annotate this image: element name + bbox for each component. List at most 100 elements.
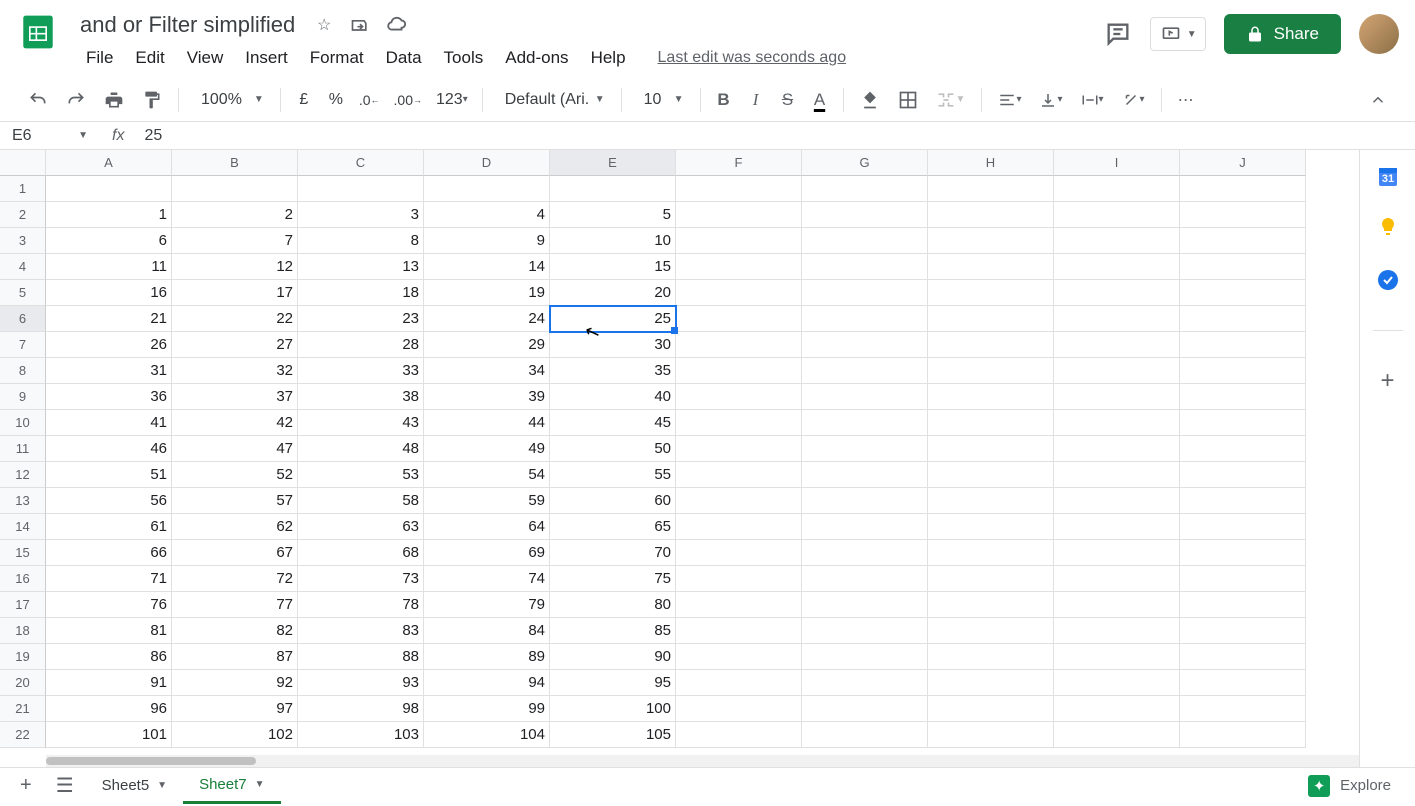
cell-J6[interactable] (1180, 306, 1306, 332)
cell-I3[interactable] (1054, 228, 1180, 254)
cell-J9[interactable] (1180, 384, 1306, 410)
cell-A11[interactable]: 46 (46, 436, 172, 462)
cell-A4[interactable]: 11 (46, 254, 172, 280)
cell-F21[interactable] (676, 696, 802, 722)
cell-J17[interactable] (1180, 592, 1306, 618)
menu-addons[interactable]: Add-ons (495, 44, 578, 72)
cell-H21[interactable] (928, 696, 1054, 722)
cell-H2[interactable] (928, 202, 1054, 228)
cell-A13[interactable]: 56 (46, 488, 172, 514)
cell-B4[interactable]: 12 (172, 254, 298, 280)
cell-D7[interactable]: 29 (424, 332, 550, 358)
row-header-4[interactable]: 4 (0, 254, 46, 280)
cell-F17[interactable] (676, 592, 802, 618)
cell-C21[interactable]: 98 (298, 696, 424, 722)
cell-A7[interactable]: 26 (46, 332, 172, 358)
cell-H20[interactable] (928, 670, 1054, 696)
row-header-20[interactable]: 20 (0, 670, 46, 696)
cell-F20[interactable] (676, 670, 802, 696)
cell-F8[interactable] (676, 358, 802, 384)
currency-button[interactable]: £ (289, 85, 319, 115)
print-button[interactable] (96, 85, 132, 115)
cell-J22[interactable] (1180, 722, 1306, 748)
cell-I18[interactable] (1054, 618, 1180, 644)
cloud-status-icon[interactable] (385, 14, 407, 36)
sheet-tab-sheet7[interactable]: Sheet7▼ (183, 768, 280, 804)
comments-icon[interactable] (1104, 20, 1132, 48)
cell-C16[interactable]: 73 (298, 566, 424, 592)
cell-D22[interactable]: 104 (424, 722, 550, 748)
cell-B1[interactable] (172, 176, 298, 202)
cell-F11[interactable] (676, 436, 802, 462)
cell-H17[interactable] (928, 592, 1054, 618)
cell-D21[interactable]: 99 (424, 696, 550, 722)
cell-D12[interactable]: 54 (424, 462, 550, 488)
cell-C11[interactable]: 48 (298, 436, 424, 462)
cell-E20[interactable]: 95 (550, 670, 676, 696)
cell-F2[interactable] (676, 202, 802, 228)
cell-G7[interactable] (802, 332, 928, 358)
cell-A18[interactable]: 81 (46, 618, 172, 644)
cell-D6[interactable]: 24 (424, 306, 550, 332)
cell-E12[interactable]: 55 (550, 462, 676, 488)
cell-J13[interactable] (1180, 488, 1306, 514)
cell-E3[interactable]: 10 (550, 228, 676, 254)
menu-insert[interactable]: Insert (235, 44, 298, 72)
cell-H18[interactable] (928, 618, 1054, 644)
column-header-D[interactable]: D (424, 150, 550, 176)
font-select[interactable]: Default (Ari...▼ (491, 87, 613, 113)
cell-F19[interactable] (676, 644, 802, 670)
last-edit-link[interactable]: Last edit was seconds ago (658, 49, 847, 67)
format-123-button[interactable]: 123▾ (430, 85, 474, 115)
cell-C17[interactable]: 78 (298, 592, 424, 618)
cell-E11[interactable]: 50 (550, 436, 676, 462)
cell-E16[interactable]: 75 (550, 566, 676, 592)
cell-C22[interactable]: 103 (298, 722, 424, 748)
cell-J8[interactable] (1180, 358, 1306, 384)
cell-B9[interactable]: 37 (172, 384, 298, 410)
explore-button[interactable]: ✦ Explore (1292, 769, 1407, 803)
cell-H9[interactable] (928, 384, 1054, 410)
cell-A6[interactable]: 21 (46, 306, 172, 332)
cell-J19[interactable] (1180, 644, 1306, 670)
tasks-icon[interactable] (1374, 266, 1402, 294)
cell-I7[interactable] (1054, 332, 1180, 358)
column-header-A[interactable]: A (46, 150, 172, 176)
cell-E4[interactable]: 15 (550, 254, 676, 280)
cell-C7[interactable]: 28 (298, 332, 424, 358)
cell-C8[interactable]: 33 (298, 358, 424, 384)
cell-E7[interactable]: 30 (550, 332, 676, 358)
cell-I12[interactable] (1054, 462, 1180, 488)
cell-A15[interactable]: 66 (46, 540, 172, 566)
cell-H22[interactable] (928, 722, 1054, 748)
cell-F12[interactable] (676, 462, 802, 488)
cell-G2[interactable] (802, 202, 928, 228)
cell-G10[interactable] (802, 410, 928, 436)
row-header-16[interactable]: 16 (0, 566, 46, 592)
cell-F14[interactable] (676, 514, 802, 540)
cell-C1[interactable] (298, 176, 424, 202)
cell-B19[interactable]: 87 (172, 644, 298, 670)
cell-G12[interactable] (802, 462, 928, 488)
wrap-button[interactable]: ▾ (1073, 85, 1112, 115)
cell-B18[interactable]: 82 (172, 618, 298, 644)
cell-I16[interactable] (1054, 566, 1180, 592)
undo-button[interactable] (20, 85, 56, 115)
cell-C20[interactable]: 93 (298, 670, 424, 696)
cell-I9[interactable] (1054, 384, 1180, 410)
cell-D9[interactable]: 39 (424, 384, 550, 410)
row-header-15[interactable]: 15 (0, 540, 46, 566)
menu-view[interactable]: View (177, 44, 234, 72)
text-color-button[interactable]: A (805, 85, 835, 115)
cell-I20[interactable] (1054, 670, 1180, 696)
more-button[interactable]: ⋯ (1170, 85, 1202, 115)
cell-J16[interactable] (1180, 566, 1306, 592)
menu-edit[interactable]: Edit (125, 44, 174, 72)
row-header-6[interactable]: 6 (0, 306, 46, 332)
h-align-button[interactable]: ▾ (990, 85, 1029, 115)
cell-F1[interactable] (676, 176, 802, 202)
column-header-B[interactable]: B (172, 150, 298, 176)
cell-H12[interactable] (928, 462, 1054, 488)
cell-D10[interactable]: 44 (424, 410, 550, 436)
row-header-17[interactable]: 17 (0, 592, 46, 618)
